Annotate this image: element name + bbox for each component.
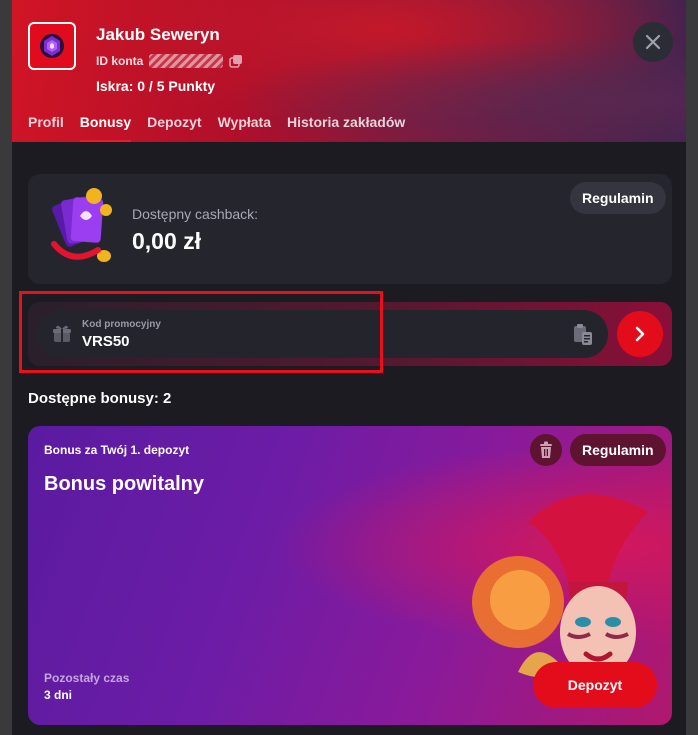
avatar[interactable]	[28, 22, 76, 70]
chevron-right-icon	[635, 326, 645, 342]
tab-bonusy[interactable]: Bonusy	[79, 114, 132, 142]
tab-depozyt[interactable]: Depozyt	[147, 114, 201, 140]
profile-panel: Jakub Seweryn ID konta Iskra: 0 / 5 Punk…	[12, 0, 686, 735]
copy-icon[interactable]	[229, 54, 243, 68]
profile-header: Jakub Seweryn ID konta Iskra: 0 / 5 Punk…	[12, 0, 686, 142]
deposit-button[interactable]: Depozyt	[533, 662, 657, 708]
remaining-time-label: Pozostały czas	[44, 671, 130, 685]
profile-tabs: Profil Bonusy Depozyt Wypłata Historia z…	[28, 114, 421, 142]
tab-historia-zakladow[interactable]: Historia zakładów	[287, 114, 405, 140]
account-id-label: ID konta	[96, 54, 144, 68]
remaining-time-value: 3 dni	[44, 688, 73, 702]
bonus-terms-button[interactable]: Regulamin	[570, 434, 666, 466]
remove-bonus-button[interactable]	[530, 434, 562, 466]
bonus-title: Bonus powitalny	[44, 473, 204, 495]
account-id: ID konta	[96, 54, 243, 68]
promo-submit-button[interactable]	[617, 311, 663, 357]
cashback-card: Dostępny cashback: 0,00 zł Regulamin	[28, 174, 672, 284]
cashback-value: 0,00 zł	[132, 228, 202, 254]
available-bonuses-title: Dostępne bonusy: 2	[28, 390, 172, 407]
spark-points: Iskra: 0 / 5 Punkty	[96, 78, 216, 94]
tab-wyplata[interactable]: Wypłata	[218, 114, 271, 140]
cashback-terms-button[interactable]: Regulamin	[570, 182, 666, 214]
clipboard-icon[interactable]	[572, 322, 594, 346]
cashback-label: Dostępny cashback:	[132, 206, 259, 222]
close-button[interactable]	[633, 22, 673, 62]
tab-profil[interactable]: Profil	[28, 114, 64, 140]
bonus-subtitle: Bonus za Twój 1. depozyt	[44, 443, 190, 457]
highlight-box	[19, 291, 383, 373]
trash-icon	[540, 441, 552, 458]
close-icon	[645, 34, 661, 50]
username: Jakub Seweryn	[96, 25, 220, 44]
avatar-gem-icon	[40, 34, 64, 58]
account-id-masked-value	[149, 54, 224, 68]
cashback-cards-icon	[51, 188, 112, 262]
bonus-card: Bonus za Twój 1. depozyt Bonus powitalny…	[28, 426, 672, 725]
